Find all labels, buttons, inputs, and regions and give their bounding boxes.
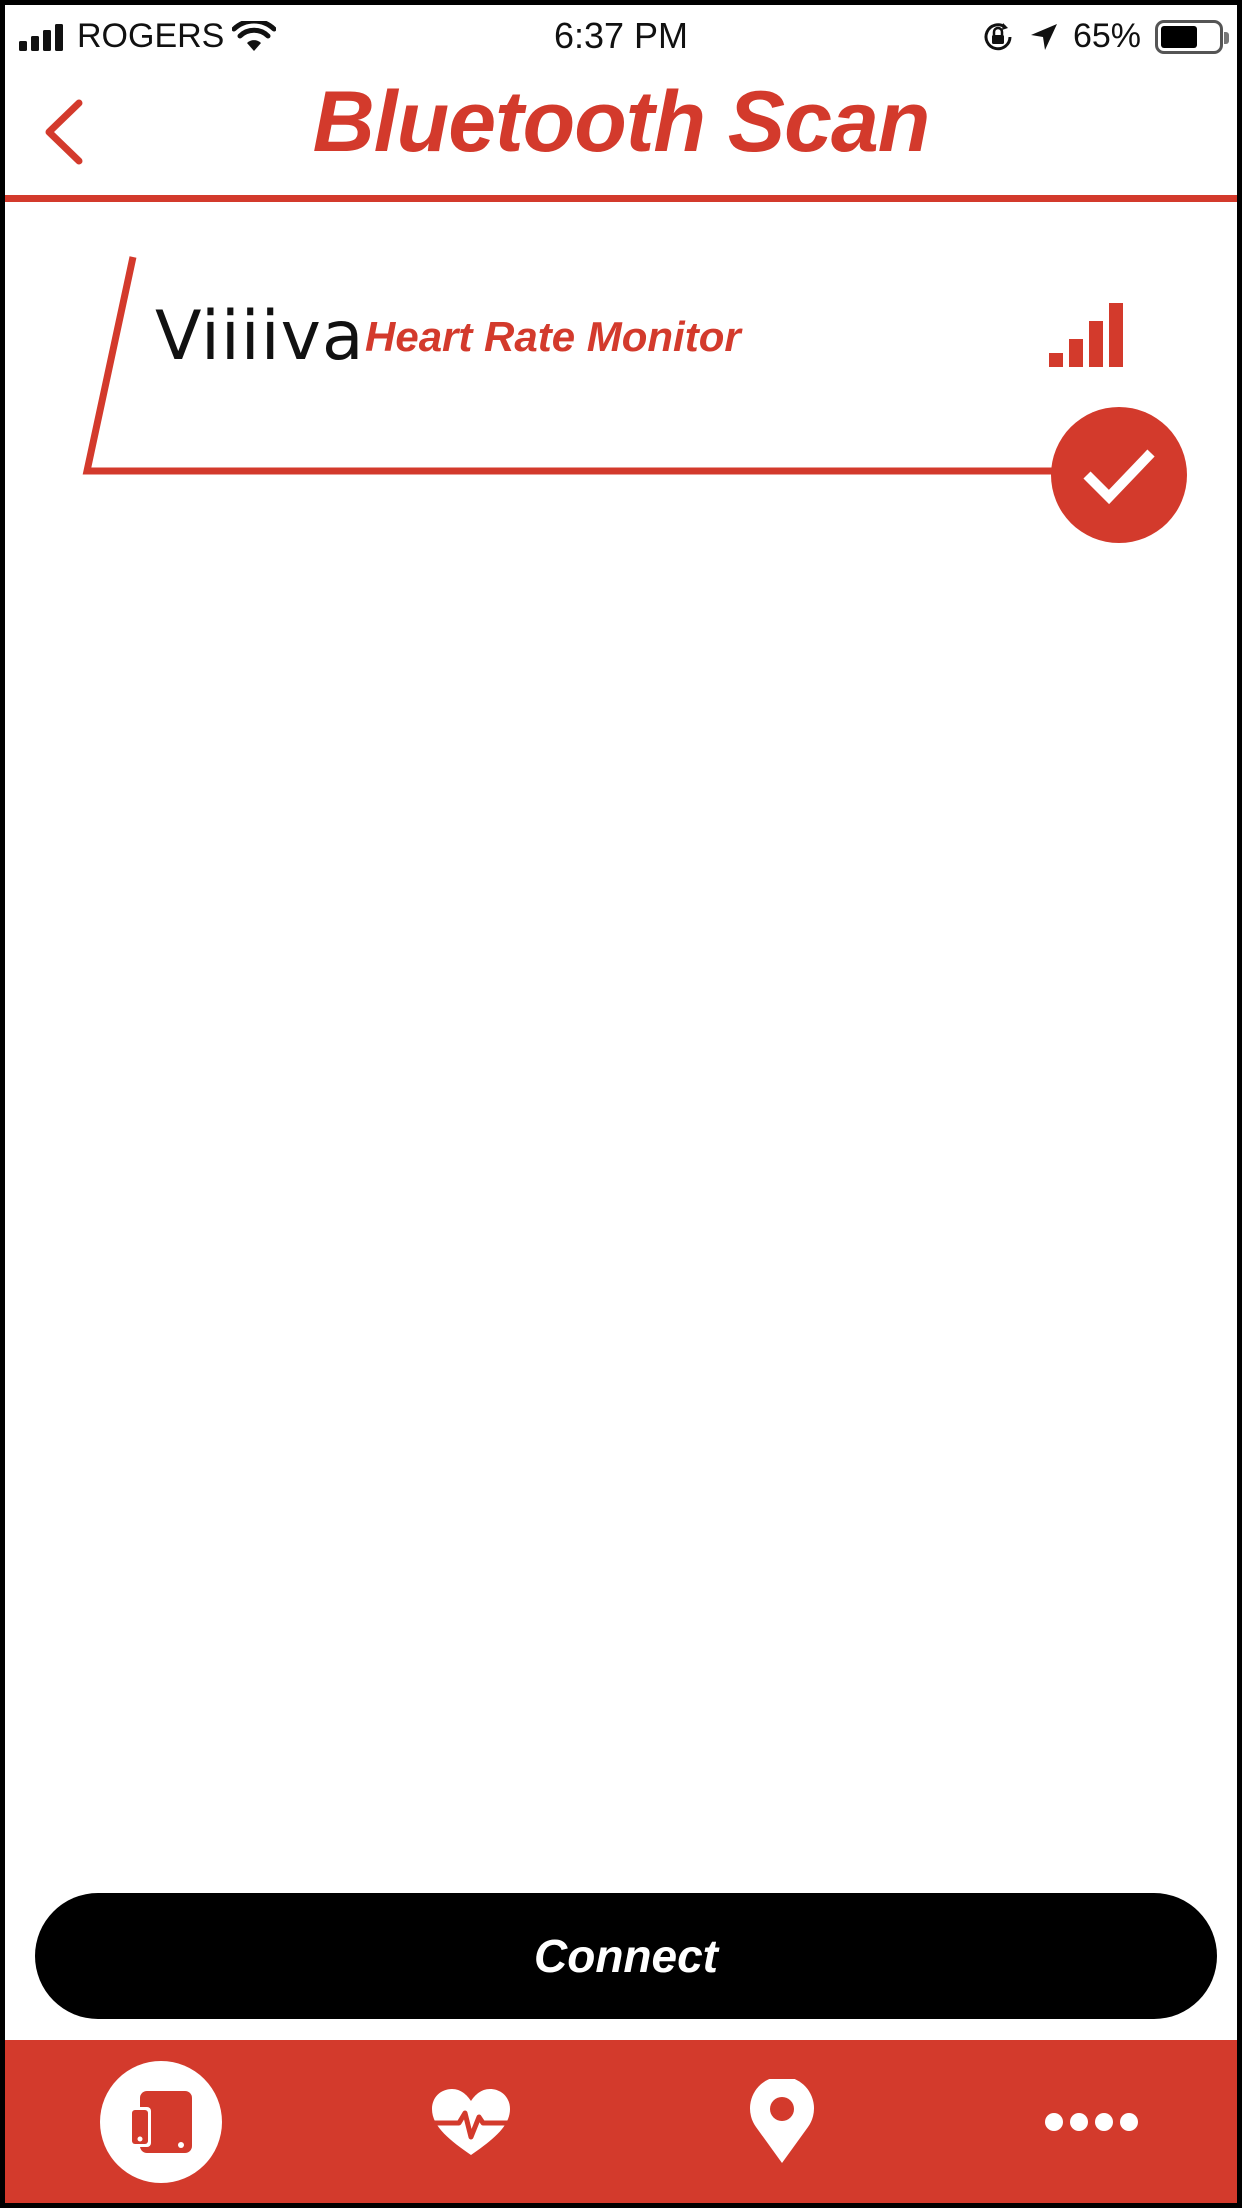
status-right: 65% — [981, 17, 1229, 56]
device-type: Heart Rate Monitor — [365, 313, 741, 360]
battery-level — [1161, 25, 1198, 48]
rotation-lock-icon — [984, 22, 1012, 50]
app-frame: ROGERS 6:37 PM 65% Bluetooth Scan Viiiiv… — [0, 0, 1242, 2208]
battery-icon — [1155, 19, 1229, 54]
location-arrow-icon — [1030, 23, 1057, 50]
tab-location[interactable] — [702, 2040, 862, 2203]
tab-more[interactable] — [1011, 2040, 1171, 2203]
header-divider — [5, 195, 1237, 202]
header: Bluetooth Scan — [5, 67, 1237, 202]
tab-devices[interactable] — [81, 2040, 241, 2203]
connect-button[interactable]: Connect — [35, 1893, 1217, 2019]
page-title: Bluetooth Scan — [312, 74, 931, 170]
status-bar: ROGERS 6:37 PM 65% — [5, 5, 1237, 67]
heart-rate-icon — [431, 2088, 511, 2155]
device-name: Viiiiva — [155, 297, 365, 376]
device-icon — [129, 2090, 192, 2153]
tab-heart-rate[interactable] — [391, 2040, 551, 2203]
active-tab-indicator — [100, 2060, 222, 2183]
location-pin-icon — [750, 2078, 814, 2163]
selected-check-button[interactable] — [1051, 407, 1187, 543]
checkmark-icon — [1083, 449, 1155, 505]
device-list-item[interactable]: Viiiiva Heart Rate Monitor — [75, 253, 1195, 553]
signal-strength-icon — [1049, 303, 1123, 367]
more-icon — [1045, 2112, 1138, 2131]
battery-percent: 65% — [1072, 17, 1141, 55]
tab-bar — [5, 2040, 1237, 2203]
